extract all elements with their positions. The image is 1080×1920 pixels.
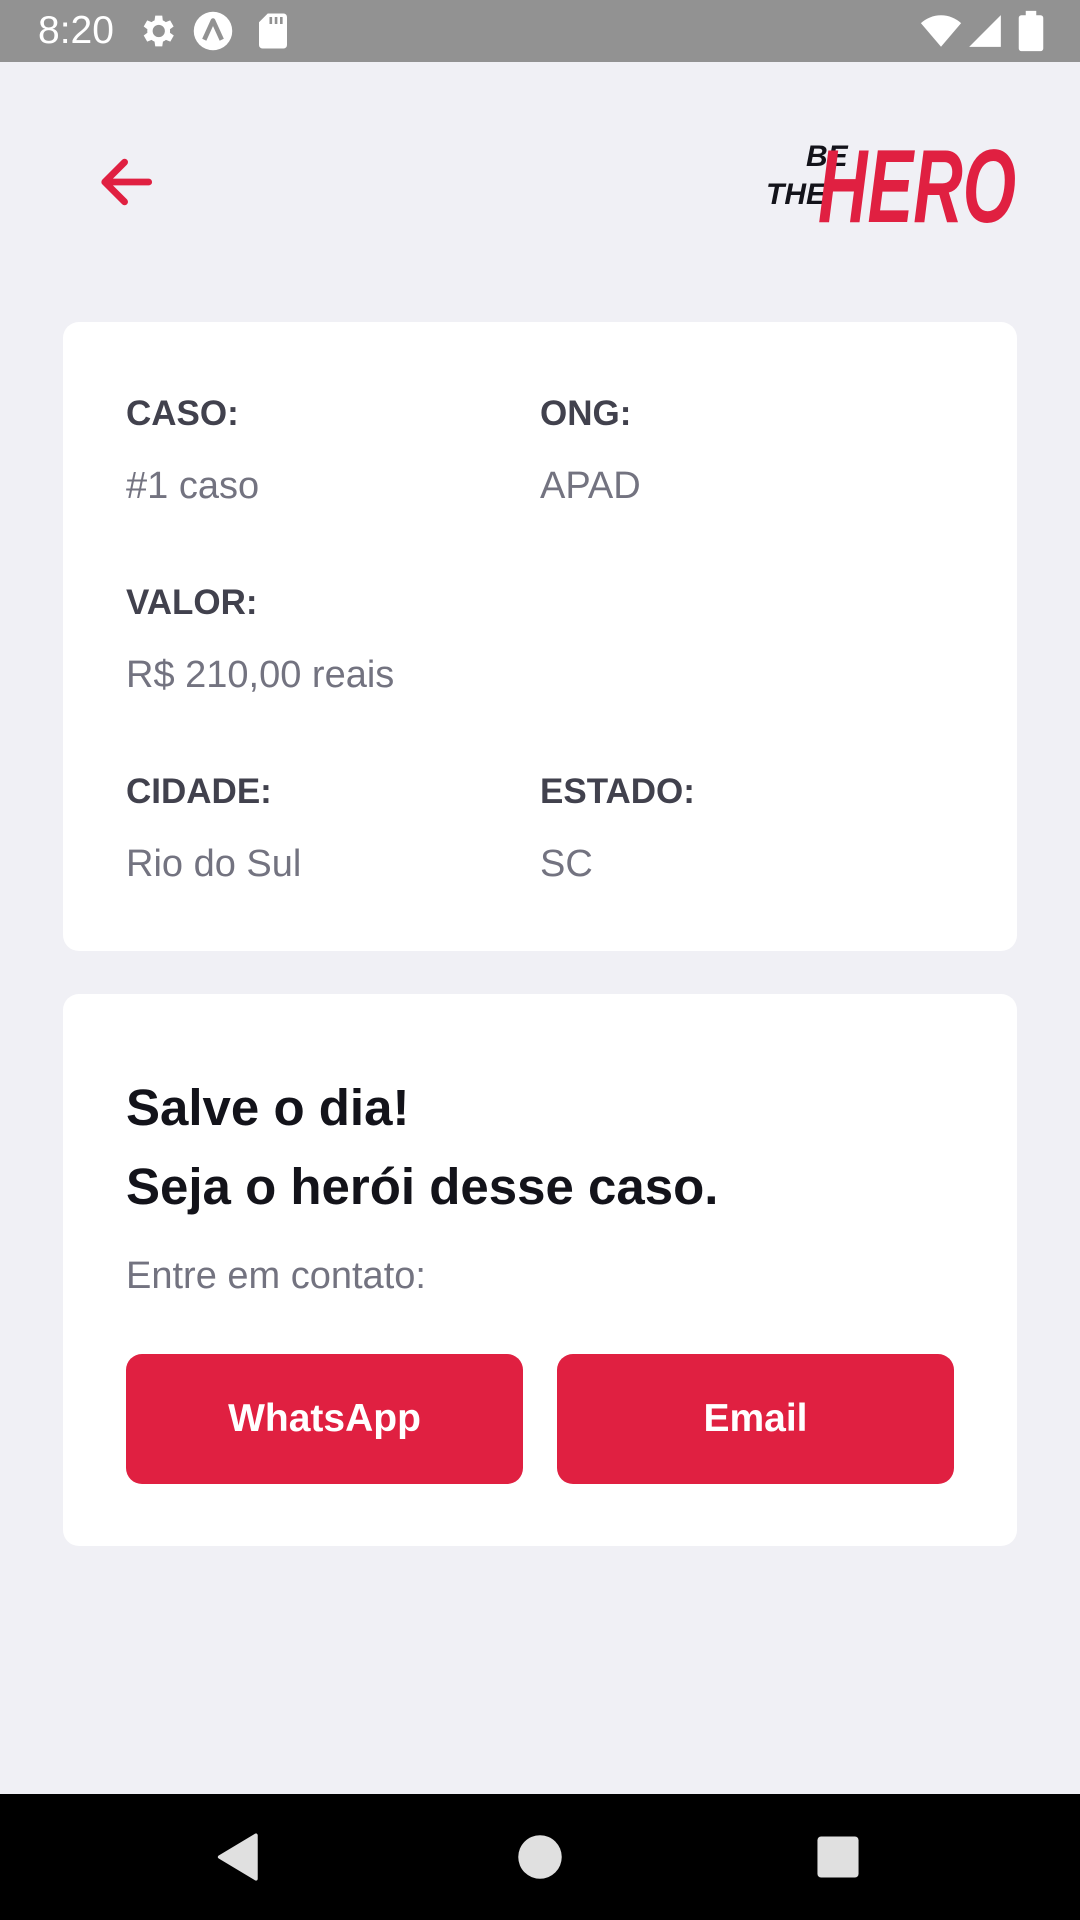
value-value: R$ 210,00 reais (126, 654, 395, 696)
contact-card: Salve o dia! Seja o herói desse caso. En… (63, 994, 1017, 1546)
email-button[interactable]: Email (557, 1354, 954, 1484)
navigation-bar (0, 1794, 1080, 1920)
back-triangle-icon (217, 1833, 258, 1881)
contact-title: Salve o dia! Seja o herói desse caso. (126, 1068, 966, 1226)
nav-home-button[interactable] (511, 1828, 569, 1886)
ong-value: APAD (540, 465, 641, 507)
battery-icon (1014, 10, 1048, 52)
value-label: VALOR: (126, 583, 258, 622)
gear-icon (136, 10, 178, 52)
city-label: CIDADE: (126, 772, 272, 811)
status-bar: 8:20 (0, 0, 1080, 62)
state-label: ESTADO: (540, 772, 695, 811)
home-circle-icon (518, 1835, 562, 1879)
arrow-left-icon (101, 158, 153, 206)
contact-prompt: Entre em contato: (126, 1255, 426, 1297)
city-value: Rio do Sul (126, 843, 302, 885)
be-the-hero-logo: BE THE HERO (766, 122, 1018, 234)
app-a-icon (192, 10, 234, 52)
recents-square-icon (817, 1836, 859, 1878)
back-button[interactable] (92, 148, 160, 216)
contact-title-line1: Salve o dia! (126, 1079, 410, 1136)
whatsapp-button-label: WhatsApp (228, 1397, 421, 1440)
case-label: CASO: (126, 394, 239, 433)
state-value: SC (540, 843, 593, 885)
nav-recents-button[interactable] (809, 1828, 867, 1886)
nav-back-button[interactable] (210, 1828, 268, 1886)
logo-line-hero: HERO (818, 129, 1016, 234)
signal-icon (966, 10, 1004, 52)
wifi-icon (918, 10, 964, 52)
ong-label: ONG: (540, 394, 632, 433)
status-time: 8:20 (38, 9, 114, 52)
incident-card: CASO: #1 caso ONG: APAD VALOR: R$ 210,00… (63, 322, 1017, 951)
whatsapp-button[interactable]: WhatsApp (126, 1354, 523, 1484)
contact-title-line2: Seja o herói desse caso. (126, 1158, 719, 1215)
sd-card-icon (252, 10, 294, 52)
email-button-label: Email (703, 1397, 808, 1440)
case-value: #1 caso (126, 465, 260, 507)
